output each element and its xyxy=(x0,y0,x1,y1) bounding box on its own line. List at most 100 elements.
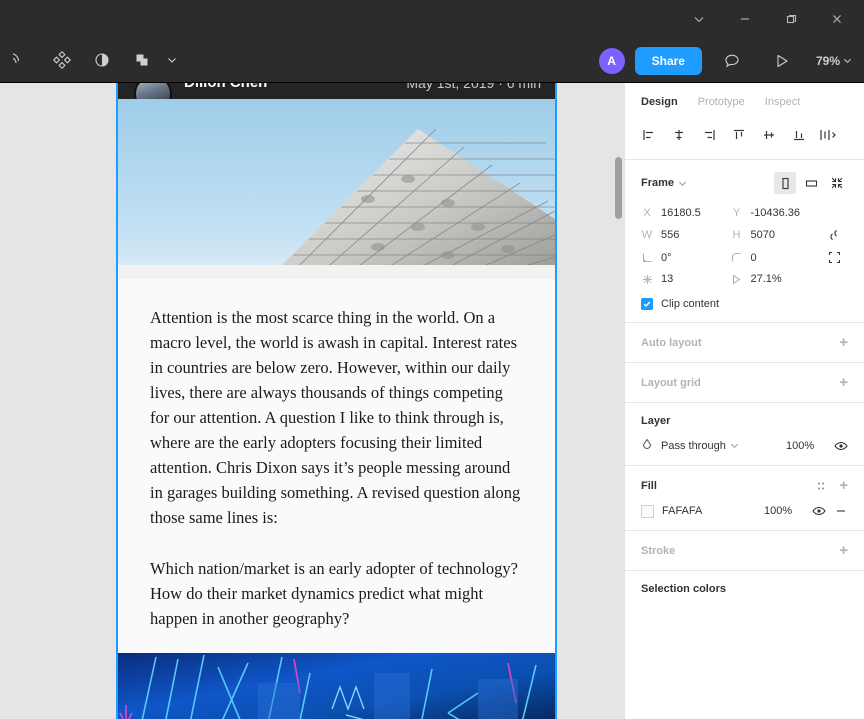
align-left-icon[interactable] xyxy=(635,123,663,147)
layer-opacity-value[interactable]: 100% xyxy=(786,440,826,452)
comment-icon[interactable] xyxy=(712,45,752,77)
layout-grid-add-icon[interactable]: + xyxy=(839,375,848,390)
tab-prototype[interactable]: Prototype xyxy=(698,96,745,108)
width-field[interactable]: W 556 xyxy=(641,229,731,241)
fill-remove-icon[interactable] xyxy=(834,504,848,518)
blur-icon xyxy=(641,274,653,285)
panel-tabs: Design Prototype Inspect xyxy=(625,83,864,119)
y-label: Y xyxy=(732,207,741,219)
design-panel: Design Prototype Inspect Frame X 16180.5… xyxy=(624,83,864,719)
avatar[interactable]: A xyxy=(598,47,625,74)
tab-inspect[interactable]: Inspect xyxy=(765,96,800,108)
layout-grid-section: Layout grid + xyxy=(625,363,864,403)
corner-radius-field[interactable]: 0 xyxy=(731,252,821,264)
portrait-orientation-icon[interactable] xyxy=(774,172,796,194)
alignment-toolbar xyxy=(625,119,864,160)
align-bottom-icon[interactable] xyxy=(785,123,813,147)
landscape-orientation-icon[interactable] xyxy=(800,172,822,194)
x-label: X xyxy=(643,207,651,219)
angle-icon xyxy=(731,273,743,285)
layer-section: Layer Pass through 100% xyxy=(625,403,864,466)
window-title-bar xyxy=(0,0,864,38)
author-name: Dillon Chen xyxy=(184,83,267,91)
constrain-proportions-icon[interactable] xyxy=(820,228,848,242)
boolean-chevron-down-icon[interactable] xyxy=(162,44,182,76)
fill-row: FAFAFA 100% xyxy=(641,504,848,518)
height-field[interactable]: H 5070 xyxy=(731,229,821,241)
blend-mode-dropdown[interactable]: Pass through xyxy=(661,440,739,452)
window-maximize-icon[interactable] xyxy=(768,0,814,38)
frame-row: Frame xyxy=(641,172,848,194)
neon-image xyxy=(118,653,555,719)
frame-type-dropdown[interactable]: Frame xyxy=(641,177,687,189)
selected-frame[interactable]: Dillon Chen May 1st, 2019 · 6 min xyxy=(116,83,557,719)
clip-content-checkbox[interactable] xyxy=(641,298,653,310)
layer-blend-row: Pass through 100% xyxy=(641,438,848,453)
figma-canvas[interactable]: Dillon Chen May 1st, 2019 · 6 min xyxy=(0,83,624,719)
layer-eye-icon[interactable] xyxy=(834,439,848,453)
share-button[interactable]: Share xyxy=(634,46,702,75)
fill-styles-grid-icon[interactable] xyxy=(815,480,827,492)
zoom-control[interactable]: 79% xyxy=(812,54,856,68)
frame-section: Frame X 16180.5 Y -10436.36 W 556 H 5070… xyxy=(625,160,864,323)
stroke-section: Stroke + xyxy=(625,531,864,571)
height-value: 5070 xyxy=(750,229,775,241)
clip-content-label: Clip content xyxy=(661,298,720,310)
distribute-icon[interactable] xyxy=(815,123,843,147)
move-tool-icon[interactable] xyxy=(2,44,42,76)
boolean-groups-icon[interactable] xyxy=(122,44,162,76)
x-field[interactable]: X 16180.5 xyxy=(641,207,731,219)
fit-to-screen-icon[interactable] xyxy=(826,172,848,194)
blur-value: 13 xyxy=(661,273,674,285)
window-close-icon[interactable] xyxy=(814,0,860,38)
paragraph-2: Which nation/market is an early adopter … xyxy=(150,559,518,628)
angle-value: 27.1% xyxy=(750,273,782,285)
tab-design[interactable]: Design xyxy=(641,96,678,108)
align-top-icon[interactable] xyxy=(725,123,753,147)
align-right-icon[interactable] xyxy=(695,123,723,147)
window-minimize-icon[interactable] xyxy=(722,0,768,38)
components-icon[interactable] xyxy=(42,44,82,76)
canvas-scrollbar[interactable] xyxy=(613,83,624,719)
rotation-value: 0° xyxy=(661,251,672,264)
fill-color-swatch[interactable] xyxy=(641,504,654,518)
blur-field[interactable]: 13 xyxy=(641,273,731,285)
fill-add-icon[interactable]: + xyxy=(839,478,848,493)
width-value: 556 xyxy=(661,229,680,241)
window-chevron-down-icon[interactable] xyxy=(676,0,722,38)
fill-opacity-value[interactable]: 100% xyxy=(764,505,804,517)
auto-layout-add-icon[interactable]: + xyxy=(839,335,848,350)
selection-colors-label: Selection colors xyxy=(641,583,726,595)
width-label: W xyxy=(641,229,653,241)
rotation-field[interactable]: 0° xyxy=(641,252,731,264)
toolbar-tools xyxy=(0,44,182,76)
corner-radius-value: 0 xyxy=(750,251,757,264)
zoom-level-label: 79% xyxy=(815,53,840,68)
canvas-scrollbar-thumb[interactable] xyxy=(615,157,622,219)
toolbar-right-controls: A Share 79% xyxy=(598,38,856,83)
stroke-add-icon[interactable]: + xyxy=(839,543,848,558)
align-horizontal-center-icon[interactable] xyxy=(665,123,693,147)
blend-mode-icon xyxy=(641,438,653,453)
angle-field[interactable]: 27.1% xyxy=(731,273,821,285)
corner-radius-icon xyxy=(731,252,743,263)
present-play-icon[interactable] xyxy=(762,45,802,77)
y-value: -10436.36 xyxy=(750,207,801,219)
auto-layout-label: Auto layout xyxy=(641,336,702,349)
clip-content-row[interactable]: Clip content xyxy=(641,298,848,310)
align-vertical-center-icon[interactable] xyxy=(755,123,783,147)
fill-label: Fill xyxy=(641,479,657,492)
height-label: H xyxy=(732,229,741,241)
main-area: Dillon Chen May 1st, 2019 · 6 min xyxy=(0,83,864,719)
fill-eye-icon[interactable] xyxy=(812,504,826,518)
y-field[interactable]: Y -10436.36 xyxy=(731,207,821,219)
fill-hex-value[interactable]: FAFAFA xyxy=(662,505,702,517)
article-meta: May 1st, 2019 · 6 min xyxy=(406,83,541,91)
rotation-icon xyxy=(641,252,653,263)
frame-properties: X 16180.5 Y -10436.36 W 556 H 5070 0° 0 … xyxy=(641,207,848,285)
layer-label: Layer xyxy=(641,415,671,427)
selection-colors-section: Selection colors xyxy=(625,571,864,607)
mask-icon[interactable] xyxy=(82,44,122,76)
independent-corners-icon[interactable] xyxy=(820,251,848,264)
article-body: Attention is the most scarce thing in th… xyxy=(118,279,555,653)
